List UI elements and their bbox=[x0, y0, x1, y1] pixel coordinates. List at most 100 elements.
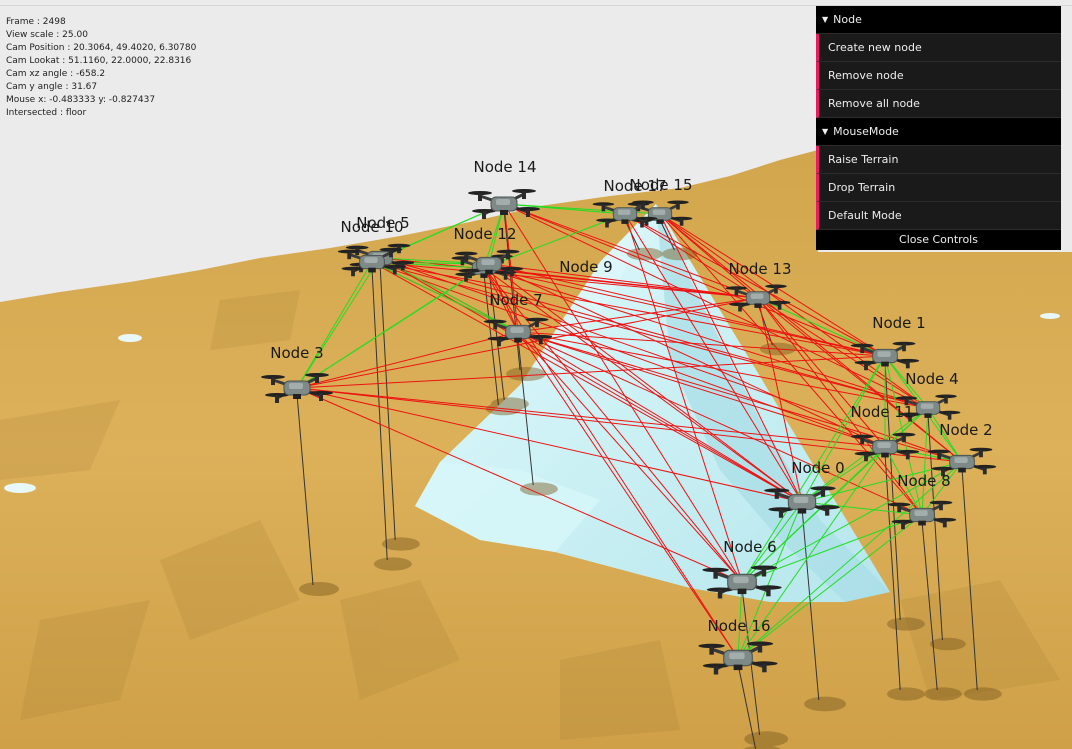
motor-icon bbox=[979, 449, 983, 458]
motor-icon bbox=[757, 643, 763, 653]
motor-icon bbox=[897, 504, 902, 513]
motor-icon bbox=[478, 193, 482, 201]
drone-gimbal bbox=[485, 269, 493, 275]
motor-icon bbox=[389, 249, 393, 258]
default-mode-button[interactable]: Default Mode bbox=[816, 202, 1061, 230]
drone-gimbal bbox=[656, 219, 664, 224]
folder-node-title[interactable]: ▼ Node bbox=[816, 6, 1061, 34]
drone-body-highlight bbox=[954, 457, 968, 463]
close-controls-button[interactable]: Close Controls bbox=[816, 230, 1061, 250]
drone-gimbal bbox=[733, 664, 743, 671]
remove-all-node-button[interactable]: Remove all node bbox=[816, 90, 1061, 118]
drone-shadow bbox=[886, 617, 925, 631]
motor-icon bbox=[468, 270, 472, 279]
frame-counter: Frame : 2498 bbox=[6, 17, 66, 27]
motor-icon bbox=[497, 338, 501, 347]
motor-icon bbox=[275, 395, 279, 403]
mouse-coordinates: Mouse x: -0.483333 y: -0.827437 bbox=[6, 95, 156, 105]
motor-icon bbox=[676, 202, 680, 210]
motor-icon bbox=[825, 507, 830, 516]
motor-icon bbox=[774, 490, 779, 499]
drone-body-highlight bbox=[729, 652, 745, 660]
motor-icon bbox=[777, 302, 782, 310]
view-scale: View scale : 25.00 bbox=[6, 30, 88, 40]
motor-icon bbox=[766, 587, 771, 597]
motor-icon bbox=[601, 204, 606, 212]
motor-icon bbox=[271, 377, 275, 385]
drone-gimbal bbox=[918, 520, 926, 526]
drone-body-highlight bbox=[652, 209, 666, 215]
node-label: Node 8 bbox=[897, 472, 950, 490]
drone-gimbal bbox=[881, 452, 889, 458]
drone-shadow bbox=[929, 637, 966, 651]
create-node-button[interactable]: Create new node bbox=[816, 34, 1061, 62]
folder-mousemode-label: MouseMode bbox=[833, 125, 899, 138]
motor-icon bbox=[778, 509, 784, 518]
folder-mousemode: ▼ MouseMode Raise Terrain Drop Terrain De… bbox=[816, 118, 1061, 230]
drone-body-highlight bbox=[364, 257, 378, 263]
motor-icon bbox=[506, 251, 510, 260]
node-label: Node 6 bbox=[723, 538, 776, 556]
node-label: Node 9 bbox=[559, 258, 612, 276]
drone-shadow bbox=[804, 696, 847, 712]
drone-body-highlight bbox=[793, 496, 809, 504]
cam-lookat: Cam Lookat : 51.1160, 22.0000, 22.8316 bbox=[6, 56, 192, 66]
drone-gimbal bbox=[958, 467, 966, 473]
node-label: Node 17 bbox=[603, 177, 666, 195]
motor-icon bbox=[761, 567, 767, 577]
motor-icon bbox=[538, 336, 543, 345]
drone-body-highlight bbox=[510, 327, 524, 333]
collapse-triangle-icon: ▼ bbox=[822, 15, 829, 24]
drone-body-highlight bbox=[733, 576, 749, 584]
motor-icon bbox=[347, 251, 352, 260]
node-label: Node 2 bbox=[939, 421, 992, 439]
drone-body-highlight bbox=[877, 351, 891, 357]
drone-shadow bbox=[506, 367, 546, 381]
raise-terrain-button[interactable]: Raise Terrain bbox=[816, 146, 1061, 174]
motor-icon bbox=[902, 343, 906, 352]
motor-icon bbox=[641, 202, 645, 210]
motor-icon bbox=[709, 645, 714, 655]
motor-icon bbox=[820, 488, 826, 497]
motor-icon bbox=[902, 434, 906, 443]
motor-icon bbox=[937, 451, 942, 460]
motor-icon bbox=[392, 266, 397, 275]
drone-shadow bbox=[373, 557, 412, 571]
drone-body-highlight bbox=[750, 293, 764, 299]
node-label: Node 7 bbox=[489, 291, 542, 309]
motor-icon bbox=[713, 569, 718, 579]
node-label: Node 0 bbox=[791, 459, 844, 477]
node-label: Node 3 bbox=[270, 344, 323, 362]
motor-icon bbox=[939, 502, 943, 511]
motor-icon bbox=[864, 453, 868, 462]
drone-shadow bbox=[381, 537, 420, 551]
drone-gimbal bbox=[500, 210, 508, 215]
intersected-object: Intersected : floor bbox=[6, 108, 87, 118]
motor-icon bbox=[482, 211, 486, 219]
motor-icon bbox=[762, 663, 767, 673]
cam-xz-angle: Cam xz angle : -658.2 bbox=[6, 69, 106, 79]
node-label: Node 1 bbox=[872, 314, 925, 332]
drone-body-highlight bbox=[877, 442, 891, 448]
motor-icon bbox=[522, 191, 526, 199]
drone-body-highlight bbox=[617, 209, 631, 215]
folder-mousemode-title[interactable]: ▼ MouseMode bbox=[816, 118, 1061, 146]
node-label: Node 13 bbox=[728, 260, 791, 278]
drone-shadow bbox=[626, 247, 663, 261]
motor-icon bbox=[860, 345, 865, 354]
drone-body-highlight bbox=[496, 199, 510, 205]
motor-icon bbox=[464, 253, 469, 262]
motor-icon bbox=[460, 258, 465, 266]
motor-icon bbox=[319, 393, 323, 401]
folder-node-label: Node bbox=[833, 13, 862, 26]
collapse-triangle-icon: ▼ bbox=[822, 127, 829, 136]
controls-panel: ▼ Node Create new node Remove node Remove… bbox=[816, 6, 1061, 250]
drop-terrain-button[interactable]: Drop Terrain bbox=[816, 174, 1061, 202]
motor-icon bbox=[493, 321, 498, 330]
motor-icon bbox=[679, 218, 684, 226]
drone-gimbal bbox=[737, 588, 747, 595]
motor-icon bbox=[464, 274, 468, 282]
remove-node-button[interactable]: Remove node bbox=[816, 62, 1061, 90]
motor-icon bbox=[509, 268, 514, 277]
drone-gimbal bbox=[621, 219, 629, 224]
